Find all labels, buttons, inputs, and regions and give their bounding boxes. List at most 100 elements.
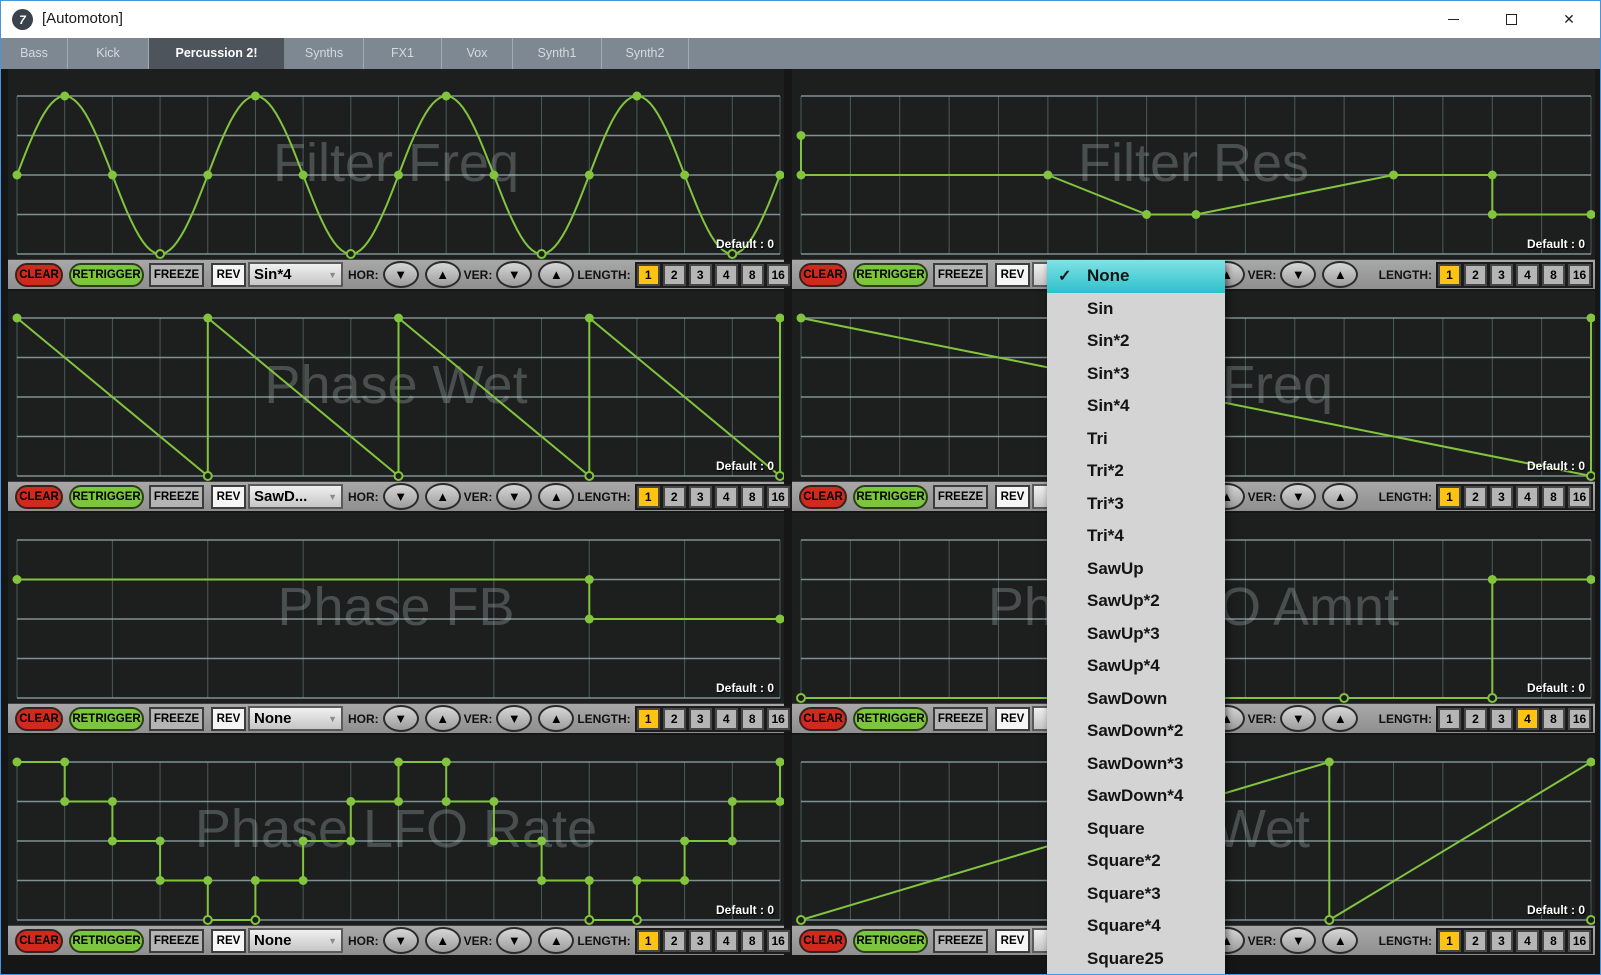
length-4-button[interactable]: 4 bbox=[1516, 264, 1539, 286]
retrigger-button[interactable]: RETRIGGER bbox=[69, 929, 144, 953]
waveform-node[interactable] bbox=[13, 575, 22, 584]
length-16-button[interactable]: 16 bbox=[767, 264, 790, 286]
length-8-button[interactable]: 8 bbox=[1542, 486, 1565, 508]
freeze-button[interactable]: FREEZE bbox=[149, 485, 204, 509]
close-button[interactable]: ✕ bbox=[1540, 1, 1598, 37]
waveform-node[interactable] bbox=[797, 171, 806, 180]
length-4-button[interactable]: 4 bbox=[1516, 708, 1539, 730]
length-16-button[interactable]: 16 bbox=[1568, 486, 1591, 508]
freeze-button[interactable]: FREEZE bbox=[933, 485, 988, 509]
waveform-node[interactable] bbox=[797, 694, 805, 702]
rev-button[interactable]: REV bbox=[211, 485, 246, 509]
menu-item-tri[interactable]: Tri bbox=[1047, 423, 1225, 456]
ver-down-button[interactable]: ▼ bbox=[496, 705, 532, 732]
waveform-node[interactable] bbox=[60, 758, 69, 767]
clear-button[interactable]: CLEAR bbox=[15, 929, 63, 953]
length-1-button[interactable]: 1 bbox=[1438, 708, 1461, 730]
waveform-node[interactable] bbox=[680, 171, 689, 180]
length-4-button[interactable]: 4 bbox=[715, 708, 738, 730]
waveform-node[interactable] bbox=[776, 314, 785, 323]
waveform-node[interactable] bbox=[1043, 171, 1052, 180]
waveform-node[interactable] bbox=[1340, 694, 1348, 702]
menu-item-sin-4[interactable]: Sin*4 bbox=[1047, 390, 1225, 423]
waveform-node[interactable] bbox=[156, 876, 165, 885]
clear-button[interactable]: CLEAR bbox=[799, 485, 847, 509]
waveform-node[interactable] bbox=[797, 916, 805, 924]
waveform-node[interactable] bbox=[797, 131, 806, 140]
length-2-button[interactable]: 2 bbox=[1464, 708, 1487, 730]
waveform-node[interactable] bbox=[346, 797, 355, 806]
freeze-button[interactable]: FREEZE bbox=[933, 929, 988, 953]
waveform-node[interactable] bbox=[680, 876, 689, 885]
menu-item-square25[interactable]: Square25 bbox=[1047, 943, 1225, 975]
menu-item-square[interactable]: Square bbox=[1047, 813, 1225, 846]
length-4-button[interactable]: 4 bbox=[715, 264, 738, 286]
ver-down-button[interactable]: ▼ bbox=[496, 261, 532, 288]
length-16-button[interactable]: 16 bbox=[767, 708, 790, 730]
rev-button[interactable]: REV bbox=[211, 929, 246, 953]
rev-button[interactable]: REV bbox=[995, 485, 1030, 509]
waveform-node[interactable] bbox=[108, 837, 117, 846]
minimize-button[interactable] bbox=[1424, 1, 1482, 37]
waveform-node[interactable] bbox=[1488, 694, 1496, 702]
waveform-node[interactable] bbox=[1389, 171, 1398, 180]
waveform-node[interactable] bbox=[585, 876, 594, 885]
menu-item-square-4[interactable]: Square*4 bbox=[1047, 910, 1225, 943]
length-3-button[interactable]: 3 bbox=[689, 264, 712, 286]
length-16-button[interactable]: 16 bbox=[767, 486, 790, 508]
waveform-node[interactable] bbox=[251, 916, 259, 924]
waveform-node[interactable] bbox=[394, 314, 403, 323]
ver-down-button[interactable]: ▼ bbox=[496, 927, 532, 954]
waveform-node[interactable] bbox=[489, 797, 498, 806]
waveform-node[interactable] bbox=[13, 171, 22, 180]
waveform-select[interactable]: None▼ bbox=[248, 706, 343, 731]
length-2-button[interactable]: 2 bbox=[1464, 486, 1487, 508]
waveform-node[interactable] bbox=[203, 171, 212, 180]
menu-item-square-2[interactable]: Square*2 bbox=[1047, 845, 1225, 878]
menu-item-sawup-3[interactable]: SawUp*3 bbox=[1047, 618, 1225, 651]
hor-down-button[interactable]: ▼ bbox=[383, 261, 419, 288]
retrigger-button[interactable]: RETRIGGER bbox=[853, 707, 928, 731]
length-16-button[interactable]: 16 bbox=[1568, 930, 1591, 952]
length-1-button[interactable]: 1 bbox=[1438, 930, 1461, 952]
freeze-button[interactable]: FREEZE bbox=[933, 707, 988, 731]
length-2-button[interactable]: 2 bbox=[663, 930, 686, 952]
waveform-node[interactable] bbox=[776, 472, 784, 480]
length-1-button[interactable]: 1 bbox=[1438, 264, 1461, 286]
waveform-node[interactable] bbox=[204, 472, 212, 480]
waveform-node[interactable] bbox=[204, 916, 212, 924]
ver-up-button[interactable]: ▲ bbox=[1322, 927, 1358, 954]
waveform-node[interactable] bbox=[1142, 210, 1151, 219]
waveform-node[interactable] bbox=[442, 92, 451, 101]
tab-fx1[interactable]: FX1 bbox=[364, 38, 442, 69]
waveform-node[interactable] bbox=[251, 876, 260, 885]
menu-item-tri-4[interactable]: Tri*4 bbox=[1047, 520, 1225, 553]
freeze-button[interactable]: FREEZE bbox=[149, 707, 204, 731]
length-3-button[interactable]: 3 bbox=[689, 708, 712, 730]
waveform-node[interactable] bbox=[108, 171, 117, 180]
tab-synth2[interactable]: Synth2 bbox=[602, 38, 689, 69]
length-3-button[interactable]: 3 bbox=[1490, 930, 1513, 952]
waveform-select[interactable]: None▼ bbox=[248, 928, 343, 953]
waveform-display[interactable]: Phase WetDefault : 0 bbox=[8, 291, 784, 481]
length-16-button[interactable]: 16 bbox=[767, 930, 790, 952]
hor-up-button[interactable]: ▲ bbox=[425, 261, 461, 288]
clear-button[interactable]: CLEAR bbox=[799, 929, 847, 953]
length-2-button[interactable]: 2 bbox=[663, 708, 686, 730]
ver-up-button[interactable]: ▲ bbox=[1322, 705, 1358, 732]
length-4-button[interactable]: 4 bbox=[715, 930, 738, 952]
tab-vox[interactable]: Vox bbox=[442, 38, 513, 69]
ver-up-button[interactable]: ▲ bbox=[538, 927, 574, 954]
waveform-node[interactable] bbox=[251, 92, 260, 101]
length-8-button[interactable]: 8 bbox=[1542, 930, 1565, 952]
retrigger-button[interactable]: RETRIGGER bbox=[69, 263, 144, 287]
tab-kick[interactable]: Kick bbox=[68, 38, 149, 69]
tab-bass[interactable]: Bass bbox=[1, 38, 68, 69]
clear-button[interactable]: CLEAR bbox=[799, 707, 847, 731]
menu-item-sin[interactable]: Sin bbox=[1047, 293, 1225, 326]
waveform-curve[interactable] bbox=[17, 762, 780, 920]
waveform-node[interactable] bbox=[776, 758, 785, 767]
waveform-node[interactable] bbox=[776, 797, 785, 806]
retrigger-button[interactable]: RETRIGGER bbox=[853, 485, 928, 509]
waveform-node[interactable] bbox=[728, 250, 736, 258]
